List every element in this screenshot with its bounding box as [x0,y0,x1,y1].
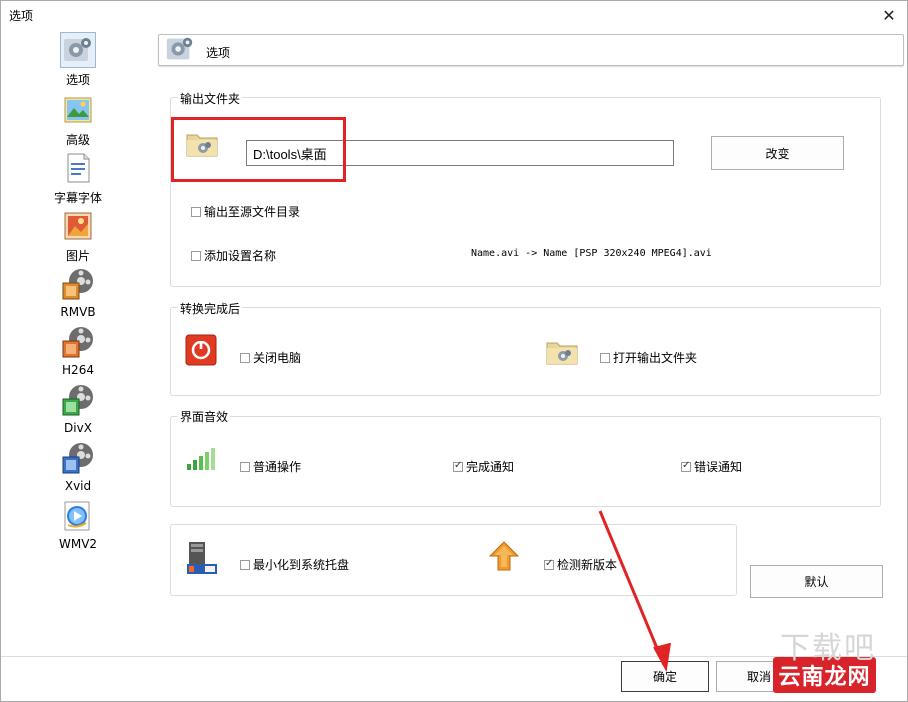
open-output-folder-checkbox[interactable]: 打开输出文件夹 [600,349,697,366]
checkbox-box[interactable] [544,558,554,570]
checkbox-box[interactable] [681,460,691,472]
output-folder-title: 输出文件夹 [178,90,243,107]
sidebar-item-label: H264 [62,363,94,377]
section-header: 选项 [158,34,904,66]
sidebar-item-picture[interactable]: 图片 [50,209,106,264]
sidebar-item-label: 高级 [65,133,90,147]
sidebar-item-advanced[interactable]: 高级 [50,93,106,148]
footer-divider [0,656,908,657]
sidebar-item-divx[interactable]: DivX [50,383,106,435]
sound-title: 界面音效 [178,408,231,425]
sidebar-item-label: RMVB [60,305,96,319]
after-convert-title: 转换完成后 [178,300,243,317]
shutdown-checkbox[interactable]: 关闭电脑 [240,349,301,366]
sidebar-item-h264[interactable]: H264 [50,325,106,377]
advanced-icon [61,93,95,127]
sidebar-item-subtitle-font[interactable]: 字幕字体 [50,151,106,206]
sidebar-item-label: 图片 [65,249,90,263]
title-bar: 选项 ✕ [0,0,908,30]
close-button[interactable]: ✕ [872,2,906,28]
change-folder-button[interactable]: 改变 [711,136,844,170]
ok-button[interactable]: 确定 [621,661,709,692]
sidebar-item-label: 字幕字体 [53,191,102,205]
sidebar-item-label: DivX [64,421,92,435]
window-title: 选项 [9,9,34,23]
checkbox-box[interactable] [191,206,201,217]
sidebar-item-label: 选项 [65,73,90,87]
sidebar-item-label: WMV2 [58,537,98,551]
output-to-source-checkbox[interactable]: 输出至源文件目录 [191,203,300,220]
minimize-tray-checkbox[interactable]: 最小化到系统托盘 [240,556,349,573]
sidebar-item-options[interactable]: 选项 [50,32,106,88]
checkbox-box[interactable] [240,461,250,472]
sidebar-item-label: Xvid [64,479,92,493]
sidebar-item-rmvb[interactable]: RMVB [50,267,106,319]
close-icon: ✕ [882,5,896,25]
watermark-logo: 云南龙网 [773,657,876,693]
sidebar-item-wmv2[interactable]: WMV2 [50,499,106,551]
name-example-text: Name.avi -> Name [PSP 320x240 MPEG4].avi [471,248,712,259]
checkbox-box[interactable] [240,352,250,363]
options-icon [163,33,197,67]
open-folder-icon [544,336,580,368]
checkbox-box[interactable] [600,352,610,363]
error-notify-checkbox[interactable]: 错误通知 [681,458,742,475]
wmv2-player-icon [61,499,95,533]
done-notify-checkbox[interactable]: 完成通知 [453,458,514,475]
power-icon [185,334,217,366]
h264-film-icon [61,325,95,359]
xvid-film-icon [61,441,95,475]
folder-icon [184,128,220,160]
section-title: 选项 [206,46,231,60]
system-tray-icon [185,540,219,576]
add-setting-name-checkbox[interactable]: 添加设置名称 [191,247,276,264]
default-button[interactable]: 默认 [750,565,883,598]
checkbox-box[interactable] [240,559,250,570]
signal-bars-icon [185,446,219,472]
checkbox-box[interactable] [453,460,463,472]
picture-icon [61,209,95,243]
rmvb-film-icon [61,267,95,301]
output-path-input[interactable] [246,140,674,166]
normal-operation-checkbox[interactable]: 普通操作 [240,458,301,475]
check-update-checkbox[interactable]: 检测新版本 [544,556,617,573]
sidebar-item-xvid[interactable]: Xvid [50,441,106,493]
divx-film-icon [61,383,95,417]
checkbox-box[interactable] [191,250,201,261]
subtitle-font-icon [61,151,95,185]
options-icon [60,32,96,68]
update-arrow-icon [488,540,520,572]
